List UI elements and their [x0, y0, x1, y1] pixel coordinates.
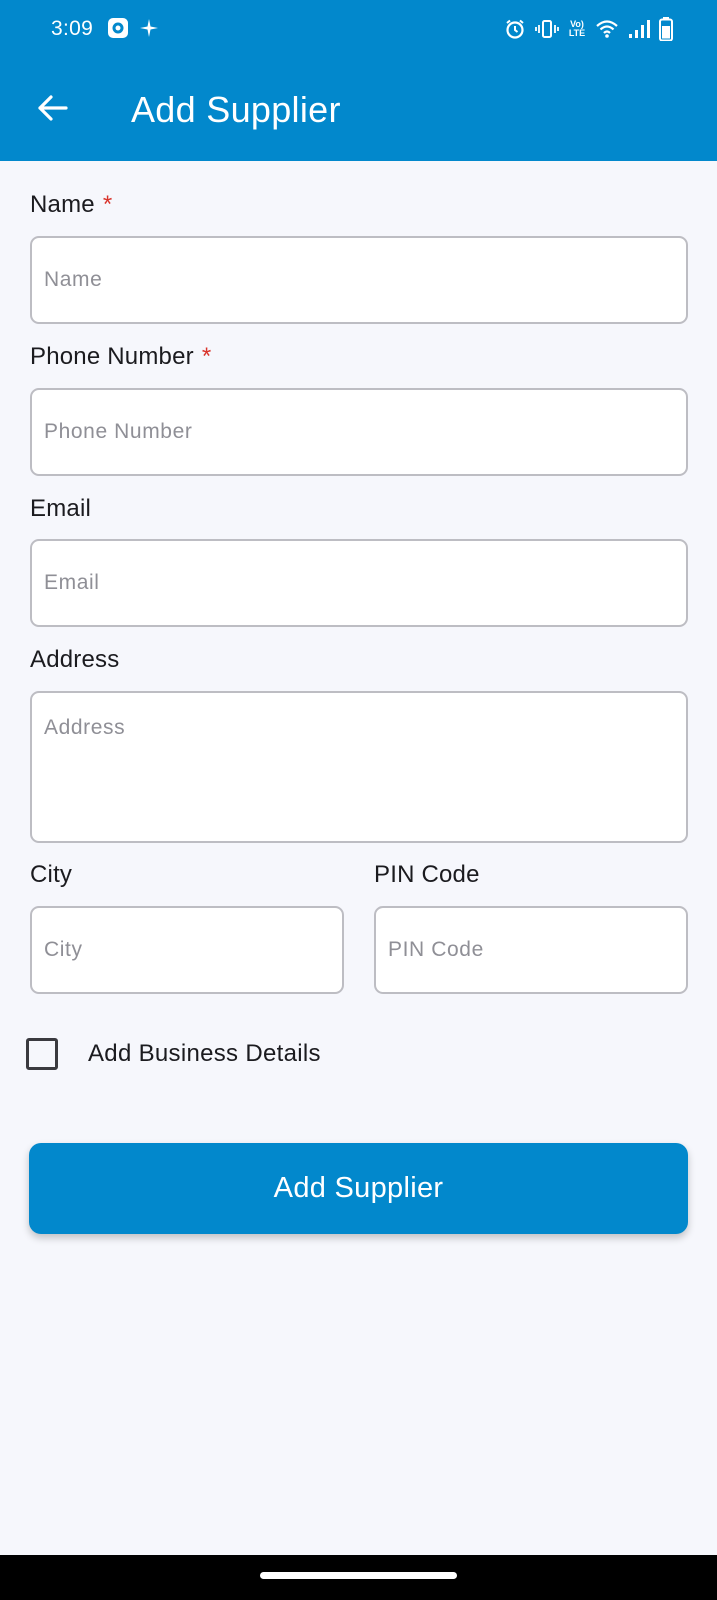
phone-input[interactable] [32, 390, 686, 474]
address-field-box [30, 691, 688, 843]
required-marker: * [102, 191, 113, 218]
email-input[interactable] [32, 541, 686, 625]
email-label: Email [30, 495, 92, 522]
battery-icon [659, 17, 673, 41]
signal-icon [628, 19, 650, 39]
business-details-row[interactable]: Add Business Details [26, 1038, 321, 1070]
pin-input[interactable] [376, 908, 686, 992]
email-field-box [30, 539, 688, 627]
business-details-checkbox[interactable] [26, 1038, 58, 1070]
city-field-box [30, 906, 344, 994]
business-details-label: Add Business Details [88, 1040, 321, 1067]
home-gesture-handle[interactable] [260, 1572, 457, 1579]
add-supplier-button[interactable]: Add Supplier [29, 1143, 688, 1234]
pin-field-box [374, 906, 688, 994]
wifi-icon [595, 19, 619, 39]
arrow-back-icon [36, 94, 68, 127]
toolbar: Add Supplier [0, 70, 717, 150]
address-label: Address [30, 646, 120, 673]
camera-notification-icon [107, 17, 129, 39]
pin-label: PIN Code [374, 861, 480, 888]
phone-label: Phone Number * [30, 343, 212, 370]
alarm-icon [504, 18, 526, 40]
city-input[interactable] [32, 908, 342, 992]
city-label: City [30, 861, 73, 888]
name-field-box [30, 236, 688, 324]
required-marker: * [201, 343, 212, 370]
page-title: Add Supplier [131, 89, 341, 130]
back-button[interactable] [24, 88, 80, 132]
volte-icon: Vo) LTE [568, 19, 586, 38]
phone-field-box [30, 388, 688, 476]
system-nav-bar [0, 1555, 717, 1600]
name-label: Name * [30, 191, 113, 218]
vibrate-icon [535, 18, 559, 40]
address-input[interactable] [32, 693, 686, 841]
app-bar: 3:09 Vo) LTE Add Supplier [0, 0, 717, 161]
sparkle-notification-icon [139, 18, 159, 38]
name-input[interactable] [32, 238, 686, 322]
status-time: 3:09 [51, 17, 94, 40]
status-bar: 3:09 Vo) LTE [0, 0, 717, 58]
